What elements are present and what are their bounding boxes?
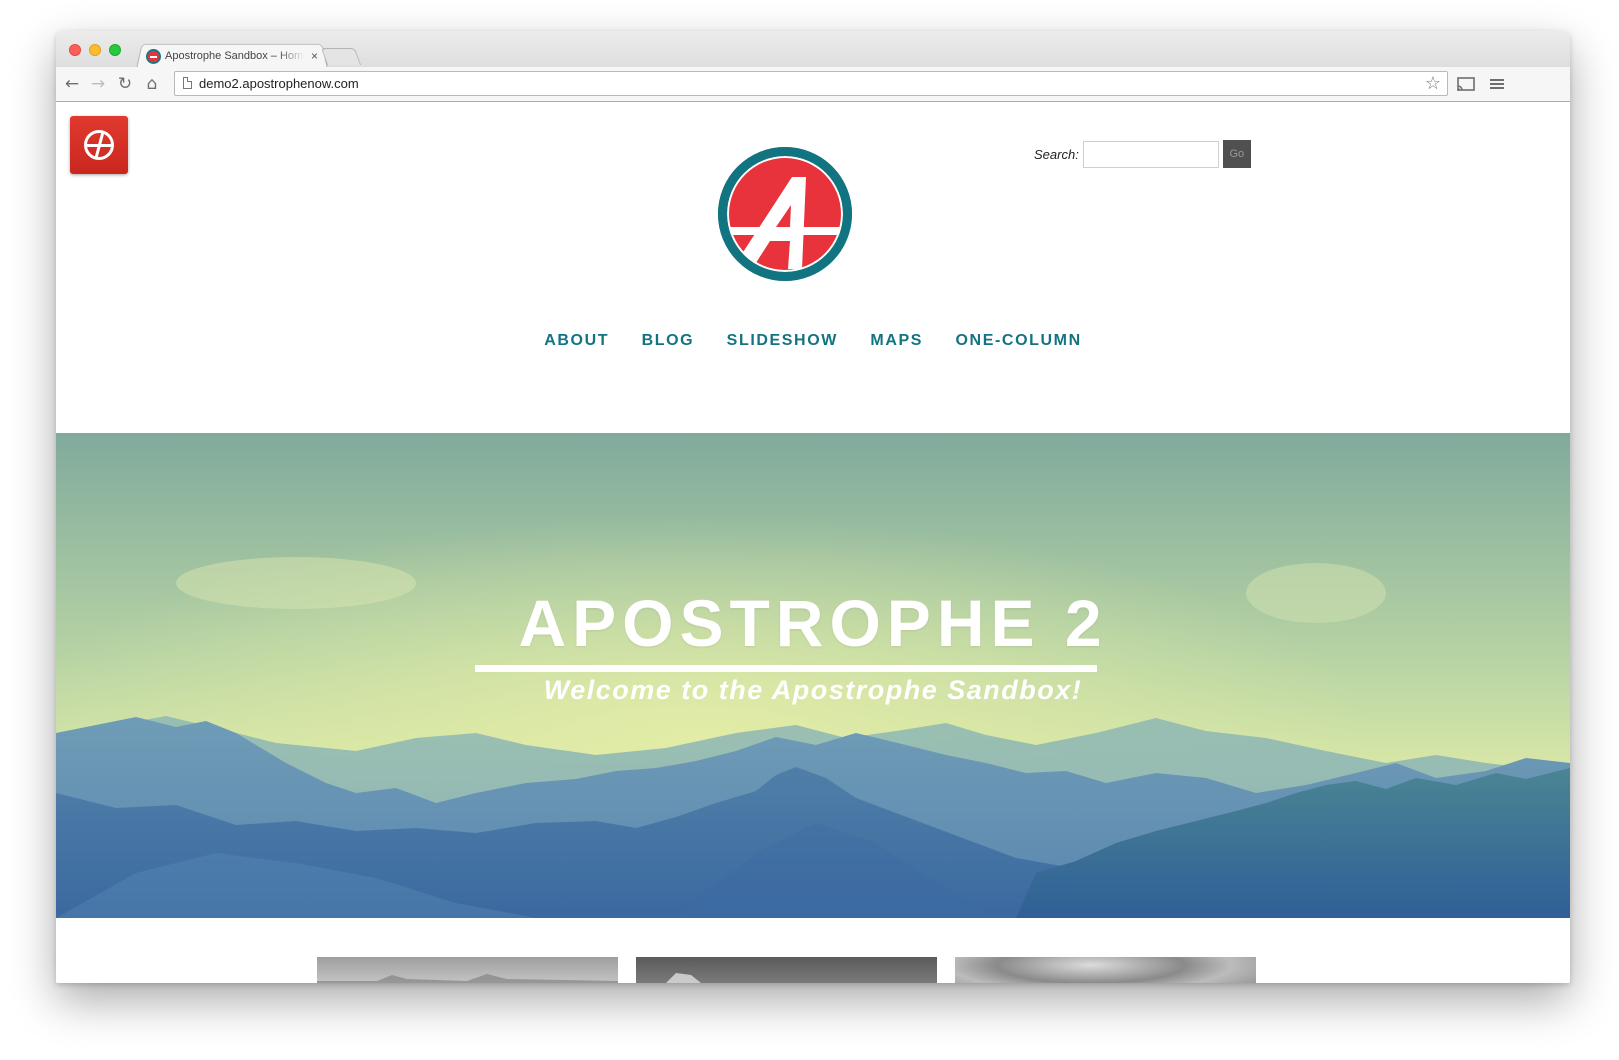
hero-subtitle: Welcome to the Apostrophe Sandbox! <box>543 675 1083 705</box>
minimize-window-button[interactable] <box>89 44 101 56</box>
new-tab-button[interactable] <box>320 48 362 65</box>
address-bar[interactable]: demo2.apostrophenow.com ☆ <box>174 71 1448 96</box>
gallery-thumbnail[interactable] <box>636 957 937 983</box>
hero-divider <box>475 665 1097 672</box>
search-input[interactable] <box>1082 140 1219 168</box>
star-icon[interactable]: ☆ <box>1425 73 1441 94</box>
nav-item-maps[interactable]: MAPS <box>870 332 923 350</box>
zoom-window-button[interactable] <box>109 44 121 56</box>
back-arrow-icon[interactable]: ← <box>61 73 83 95</box>
search-form: Search: Go <box>1034 140 1251 168</box>
cast-icon[interactable] <box>1455 73 1477 95</box>
page-viewport: Search: Go ABOUT BLOG SLIDESHOW MAPS ONE… <box>56 102 1570 983</box>
rock-thumbnail-image <box>666 973 701 983</box>
search-label: Search: <box>1034 146 1079 162</box>
gallery-thumbnail[interactable] <box>955 957 1256 983</box>
browser-toolbar: ← → ↻ ⌂ demo2.apostrophenow.com ☆ <box>56 67 1570 102</box>
apostrophe-favicon-icon <box>146 48 161 64</box>
search-go-button[interactable]: Go <box>1222 140 1251 168</box>
main-navigation: ABOUT BLOG SLIDESHOW MAPS ONE-COLUMN <box>56 332 1570 350</box>
browser-window: Apostrophe Sandbox – Home × ← → ↻ ⌂ demo… <box>56 31 1570 983</box>
reload-icon[interactable]: ↻ <box>114 73 136 95</box>
nav-item-slideshow[interactable]: SLIDESHOW <box>727 332 838 350</box>
close-window-button[interactable] <box>69 44 81 56</box>
tab-content[interactable]: Apostrophe Sandbox – Home × <box>146 45 324 67</box>
landscape-thumbnail-image <box>317 974 618 983</box>
apostrophe-admin-button[interactable] <box>70 116 128 174</box>
apostrophe-admin-icon <box>84 130 114 160</box>
hamburger-menu-icon[interactable] <box>1486 73 1508 95</box>
nav-item-about[interactable]: ABOUT <box>544 332 609 350</box>
hero-title: APOSTROPHE 2 <box>518 586 1108 660</box>
site-logo-icon[interactable] <box>712 141 858 287</box>
nav-item-blog[interactable]: BLOG <box>642 332 695 350</box>
nav-item-one-column[interactable]: ONE-COLUMN <box>956 332 1082 350</box>
tab-title: Apostrophe Sandbox – Home <box>165 50 305 62</box>
tab-close-icon[interactable]: × <box>311 49 318 63</box>
tab-strip: Apostrophe Sandbox – Home × <box>56 31 1570 69</box>
url-text[interactable]: demo2.apostrophenow.com <box>199 76 359 91</box>
gallery-thumbnail[interactable] <box>317 957 618 983</box>
forward-arrow-icon[interactable]: → <box>87 73 109 95</box>
home-icon[interactable]: ⌂ <box>141 73 163 95</box>
hero-banner: APOSTROPHE 2 Welcome to the Apostrophe S… <box>56 433 1570 918</box>
page-icon <box>183 77 192 89</box>
